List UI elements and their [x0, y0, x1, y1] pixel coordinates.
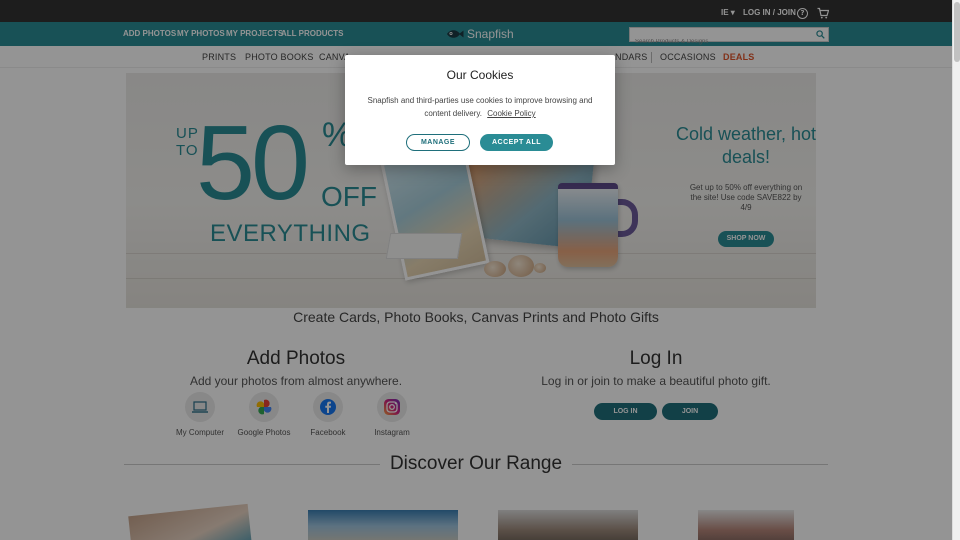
- cookie-policy-link[interactable]: Cookie Policy: [487, 109, 535, 118]
- cookie-dialog-text: Snapfish and third-parties use cookies t…: [357, 94, 603, 120]
- cookie-dialog-title: Our Cookies: [446, 68, 514, 82]
- cookie-dialog: Our Cookies Snapfish and third-parties u…: [345, 55, 615, 165]
- accept-all-button[interactable]: ACCEPT ALL: [480, 134, 553, 151]
- cookie-dialog-body: Snapfish and third-parties use cookies t…: [367, 96, 593, 118]
- scrollbar-thumb[interactable]: [954, 2, 960, 62]
- page-scrollbar[interactable]: [952, 0, 960, 540]
- manage-cookies-button[interactable]: MANAGE: [406, 134, 470, 151]
